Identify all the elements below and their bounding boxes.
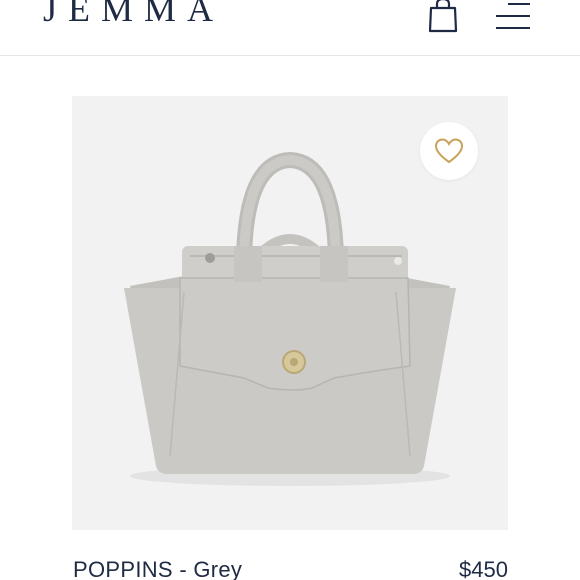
shopping-bag-icon [428, 0, 458, 33]
product-page: JEMMA POPPINS - Grey $450 [0, 0, 580, 580]
menu-icon [496, 3, 530, 29]
product-price: $450 [459, 557, 508, 580]
site-header: JEMMA [0, 0, 580, 56]
brand-logo[interactable]: JEMMA [43, 0, 224, 31]
wishlist-button[interactable] [420, 122, 478, 180]
menu-button[interactable] [494, 0, 532, 34]
product-name[interactable]: POPPINS - Grey [73, 556, 242, 580]
cart-button[interactable] [426, 0, 460, 36]
product-image[interactable] [72, 96, 508, 530]
heart-icon [434, 138, 464, 164]
